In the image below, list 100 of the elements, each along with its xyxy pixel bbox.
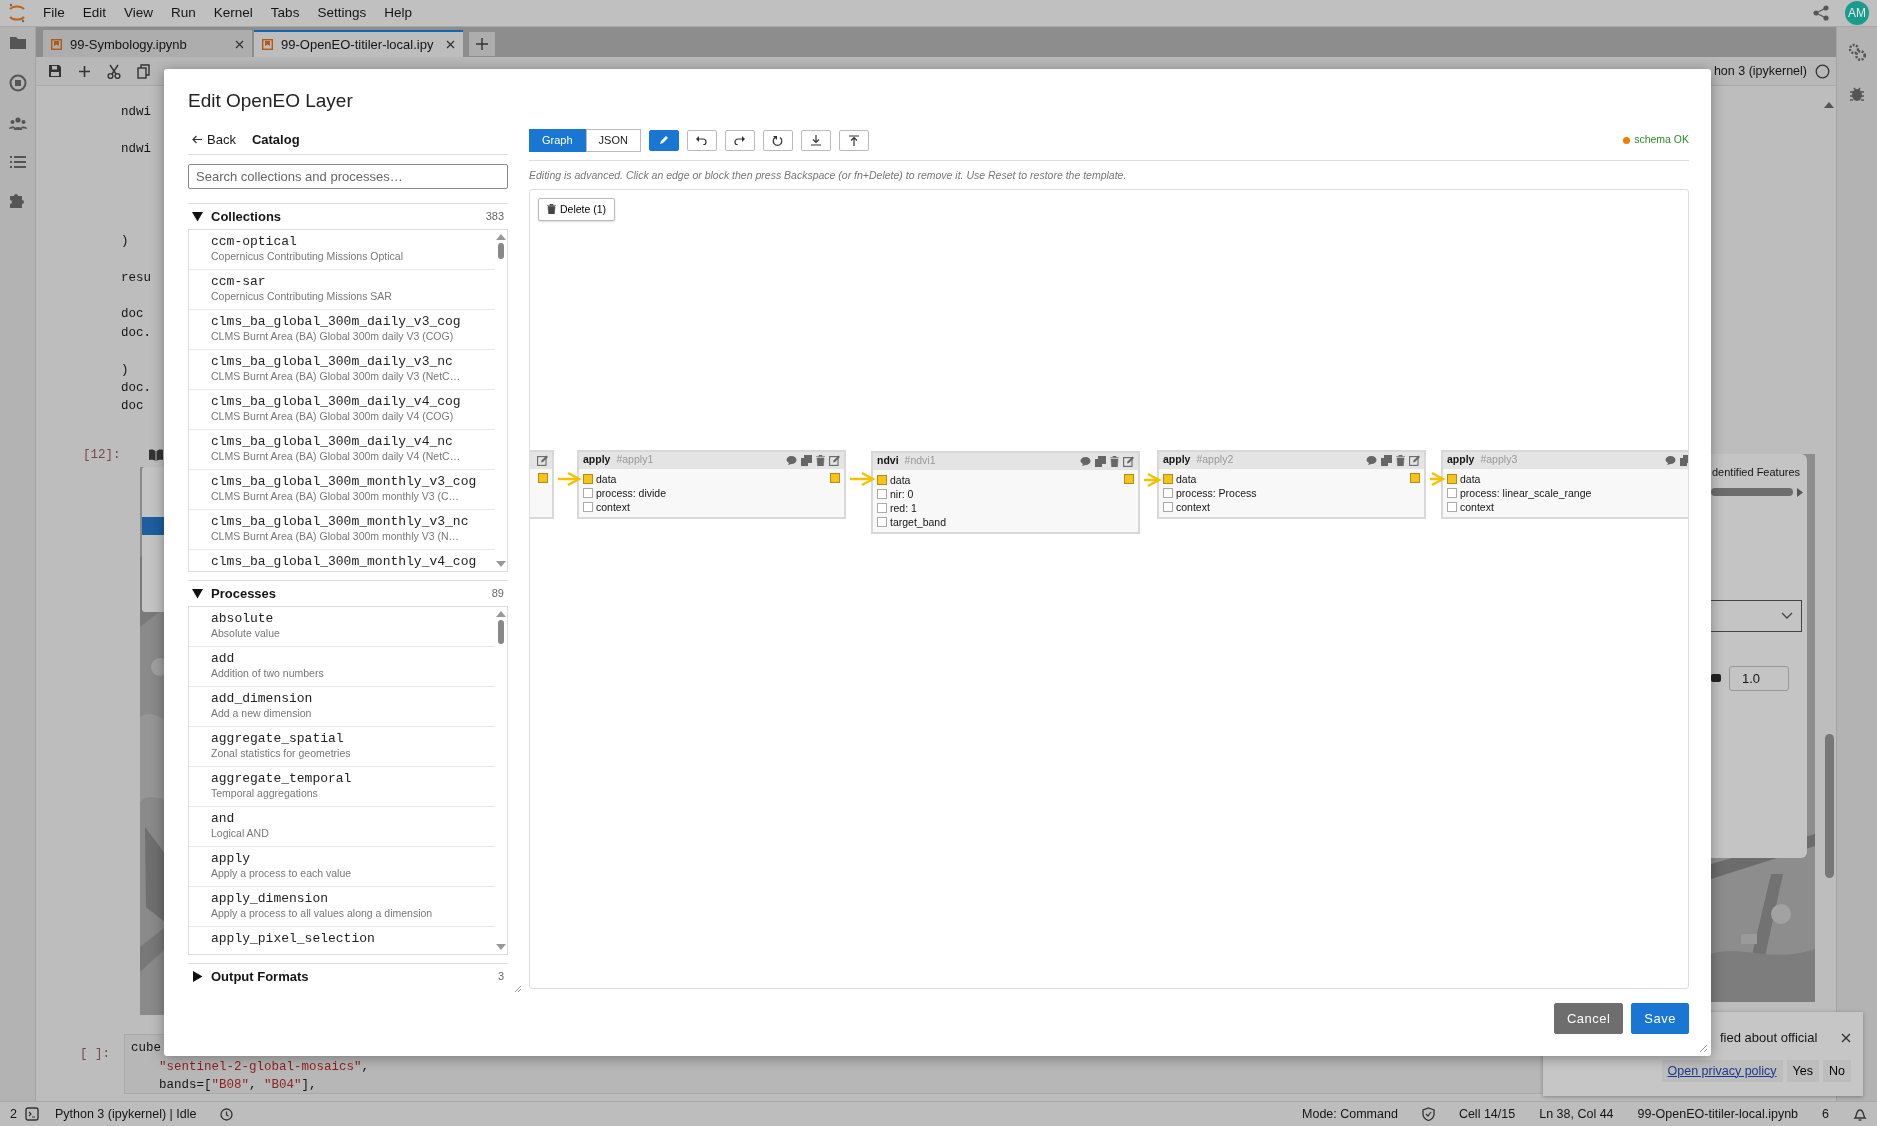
code-line: resu [121,269,151,287]
graph-node[interactable]: apply #apply3 data process: linear_scale_range context [1441,449,1688,519]
graph-node[interactable]: ndvi #ndvi1 data nir: 0 red: 1 target_band [871,450,1140,534]
kernel-status[interactable]: Python 3 (ipykernel) | Idle [54,1104,197,1124]
section-title[interactable]: Output Formats [211,966,309,987]
item-description: Absolute value [211,627,281,640]
editor-mode[interactable]: Mode: Command [1302,1104,1398,1124]
item-name: clms_ba_global_300m_monthly_v3_cog [211,473,478,490]
item-name: clms_ba_global_300m_monthly_v3_nc [211,513,470,530]
catalog-item[interactable]: add_dimension Add a new dimension [189,687,495,727]
catalog-item[interactable]: add Addition of two numbers [189,647,495,687]
privacy-link[interactable]: Open privacy policy [1661,1059,1783,1083]
cancel-button[interactable]: Cancel [1553,1002,1624,1034]
code-line: doc. [121,324,151,342]
graph-node[interactable]: apply #apply2 data process: Process context [1157,449,1426,519]
item-name: clms_ba_global_300m_daily_v4_nc [211,433,454,450]
catalog-item[interactable]: aggregate_spatial Zonal statistics for geometries [189,727,495,767]
notebook-tab[interactable]: 99-OpenEO-titiler-local.ipy [254,30,463,57]
item-name: clms_ba_global_300m_daily_v4_cog [211,393,462,410]
section-title[interactable]: Processes [211,583,277,604]
notebook-tab[interactable]: 99-Symbology.ipynb [43,30,252,57]
menu-item[interactable]: Settings [308,2,376,24]
menu-item[interactable]: Tabs [261,2,309,24]
node-title: apply [1447,452,1475,468]
menu-item[interactable]: File [34,2,74,24]
dialog-title: Edit OpenEO Layer [188,89,354,113]
port-label: context [1460,499,1494,514]
catalog-item[interactable]: aggregate_temporal Temporal aggregations [189,767,495,807]
catalog-item[interactable]: clms_ba_global_300m_monthly_v3_nc CLMS Burnt Area (BA) Global 300m monthly V3 (N… [189,510,495,550]
item-name: clms_ba_global_300m_daily_v3_cog [211,313,462,330]
menu-item[interactable]: Kernel [204,2,262,24]
menu-item[interactable]: View [115,2,163,24]
code-line: ) [121,232,129,250]
catalog-item[interactable]: absolute Absolute value [189,607,495,647]
item-name: aggregate_temporal [211,770,353,787]
view-tab[interactable]: JSON [585,129,641,152]
port-label: context [596,499,630,514]
item-count: 383 [485,209,505,225]
hint-text: Editing is advanced. Click an edge or block then press Backspace (or fn+Delete) to remove it. Use Reset to restore the template. [529,167,1128,183]
item-description: Addition of two numbers [211,667,325,680]
item-count: 3 [497,969,505,985]
item-description: Copernicus Contributing Missions Optical [211,250,404,263]
catalog-item[interactable]: clms_ba_global_300m_daily_v3_nc CLMS Burnt Area (BA) Global 300m daily V3 (NetC… [189,350,495,390]
menu-item[interactable]: Run [162,2,205,24]
kernel-name[interactable]: hon 3 (ipykernel) [1713,61,1807,81]
file-name: 99-OpenEO-titiler-local.ipynb [1637,1105,1799,1123]
item-description: Apply a process to each value [211,867,353,880]
notification-count[interactable]: 6 [1822,1104,1829,1124]
view-tab[interactable]: Graph [529,129,586,152]
catalog-item[interactable]: clms_ba_global_300m_monthly_v3_cog CLMS Burnt Area (BA) Global 300m monthly V3 (C… [189,470,495,510]
item-description: CLMS Burnt Area (BA) Global 300m daily V4 (NetC… [211,450,462,463]
cursor-position[interactable]: Ln 38, Col 44 [1539,1104,1614,1124]
port-label: process: divide [596,485,667,500]
code-line: ndwi [121,104,151,121]
code-line: doc [121,398,144,416]
catalog-item[interactable]: apply Apply a process to each value [189,847,495,887]
notification-button[interactable]: Yes [1786,1059,1819,1083]
catalog-item[interactable]: ccm-sar Copernicus Contributing Missions SAR [189,270,495,310]
port-label: red: 1 [890,500,917,515]
terminal-count[interactable]: 2 [10,1104,17,1124]
notification-button[interactable]: No [1823,1059,1851,1083]
node-id: #ndvi1 [904,453,936,469]
catalog-item[interactable]: clms_ba_global_300m_daily_v4_nc CLMS Burnt Area (BA) Global 300m daily V4 (NetC… [189,430,495,470]
code-line: ) [121,361,129,379]
port-label: process: linear_scale_range [1460,485,1592,500]
port-label: data [596,471,617,486]
item-name: clms_ba_global_300m_daily_v3_nc [211,353,454,370]
graph-canvas[interactable]: Delete (1) apply #apply1 data process: divide context ndvi #ndvi1 data nir: 0 red: 1 target_band apply #apply2 data process: Process context apply #apply3 data process: linear_scale_range context [529,188,1689,989]
port-label: nir: 0 [890,486,914,501]
value-field[interactable]: 1.0 [1729,665,1789,691]
item-name: aggregate_spatial [211,730,345,747]
search-field[interactable]: Search collections and processes… [188,164,508,189]
item-description: CLMS Burnt Area (BA) Global 300m daily V4 (COG) [211,410,455,423]
catalog-item[interactable]: apply_pixel_selection [189,927,495,954]
catalog-item[interactable]: clms_ba_global_300m_daily_v4_cog CLMS Burnt Area (BA) Global 300m daily V4 (COG) [189,390,495,430]
back-link[interactable]: Back [192,129,236,150]
item-name: absolute [211,610,275,627]
code-line: ndwi [121,140,151,158]
catalog-item[interactable]: clms_ba_global_300m_daily_v3_cog CLMS Burnt Area (BA) Global 300m daily V3 (COG) [189,310,495,350]
menu-item[interactable]: Edit [73,2,116,24]
node-title: apply [583,452,611,468]
item-description: CLMS Burnt Area (BA) Global 300m daily V3 (NetC… [211,370,462,383]
item-description: Apply a process to all values along a dimension [211,907,434,920]
menu-item[interactable]: Help [375,2,421,24]
save-button[interactable]: Save [1631,1002,1689,1034]
item-name: apply [211,850,251,867]
item-name: clms_ba_global_300m_monthly_v4_cog [211,553,478,570]
item-description: CLMS Burnt Area (BA) Global 300m monthly V3 (C… [211,490,460,503]
section-title[interactable]: Collections [211,206,282,227]
catalog-item[interactable]: apply_dimension Apply a process to all values along a dimension [189,887,495,927]
delete-button[interactable]: Delete (1) [538,197,616,222]
cell-position[interactable]: Cell 14/15 [1458,1104,1516,1124]
item-description: Zonal statistics for geometries [211,747,352,760]
item-description: Logical AND [211,827,270,840]
code-line: doc. [121,380,151,397]
graph-node[interactable]: apply #apply1 data process: divide context [577,449,846,519]
cell-prompt: [12]: [83,446,122,464]
item-name: add_dimension [211,690,314,707]
catalog-item[interactable]: and Logical AND [189,807,495,847]
catalog-item[interactable]: ccm-optical Copernicus Contributing Missions Optical [189,230,495,270]
